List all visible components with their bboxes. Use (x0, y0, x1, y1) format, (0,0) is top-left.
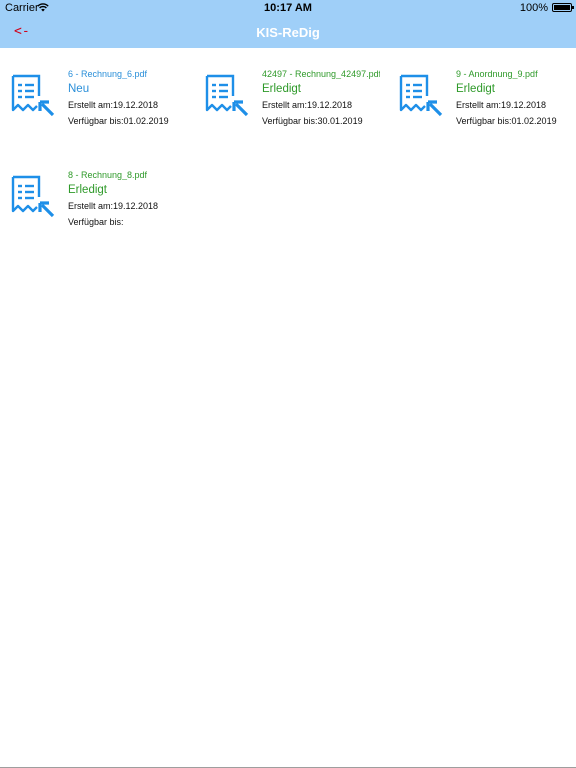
receipt-download-icon (11, 175, 55, 218)
document-filename: 42497 - Rechnung_42497.pdf (262, 69, 380, 79)
battery-percent: 100% (519, 2, 548, 14)
document-status: Neu (68, 83, 90, 95)
document-card[interactable]: 8 - Rechnung_8.pdf Erledigt Erstellt am:… (0, 149, 190, 239)
clock: 10:17 AM (264, 2, 312, 14)
document-status: Erledigt (456, 83, 495, 95)
document-created: Erstellt am:19.12.2018 (262, 100, 353, 110)
document-filename: 9 - Anordnung_9.pdf (456, 69, 538, 79)
status-bar: Carrier 10:17 AM 100% (0, 0, 576, 17)
receipt-download-icon (205, 74, 249, 117)
document-available: Verfügbar bis:01.02.2019 (456, 116, 557, 126)
document-available: Verfügbar bis: (68, 217, 124, 227)
document-card[interactable]: 42497 - Rechnung_42497.pdf Erledigt Erst… (194, 48, 384, 138)
document-created: Erstellt am:19.12.2018 (68, 100, 159, 110)
page-title: KIS-ReDig (256, 25, 320, 40)
document-available: Verfügbar bis:30.01.2019 (262, 116, 363, 126)
nav-bar: <- KIS-ReDig (0, 17, 576, 48)
document-filename: 6 - Rechnung_6.pdf (68, 69, 148, 79)
document-card[interactable]: 6 - Rechnung_6.pdf Neu Erstellt am:19.12… (0, 48, 190, 138)
document-filename: 8 - Rechnung_8.pdf (68, 170, 148, 180)
receipt-download-icon (11, 74, 55, 117)
battery-fill (554, 5, 570, 10)
document-card[interactable]: 9 - Anordnung_9.pdf Erledigt Erstellt am… (388, 48, 576, 138)
document-created: Erstellt am:19.12.2018 (68, 201, 159, 211)
document-status: Erledigt (68, 184, 107, 196)
battery-icon (552, 3, 574, 12)
document-available: Verfügbar bis:01.02.2019 (68, 116, 169, 126)
document-created: Erstellt am:19.12.2018 (456, 100, 547, 110)
receipt-download-icon (399, 74, 443, 117)
document-status: Erledigt (262, 83, 301, 95)
